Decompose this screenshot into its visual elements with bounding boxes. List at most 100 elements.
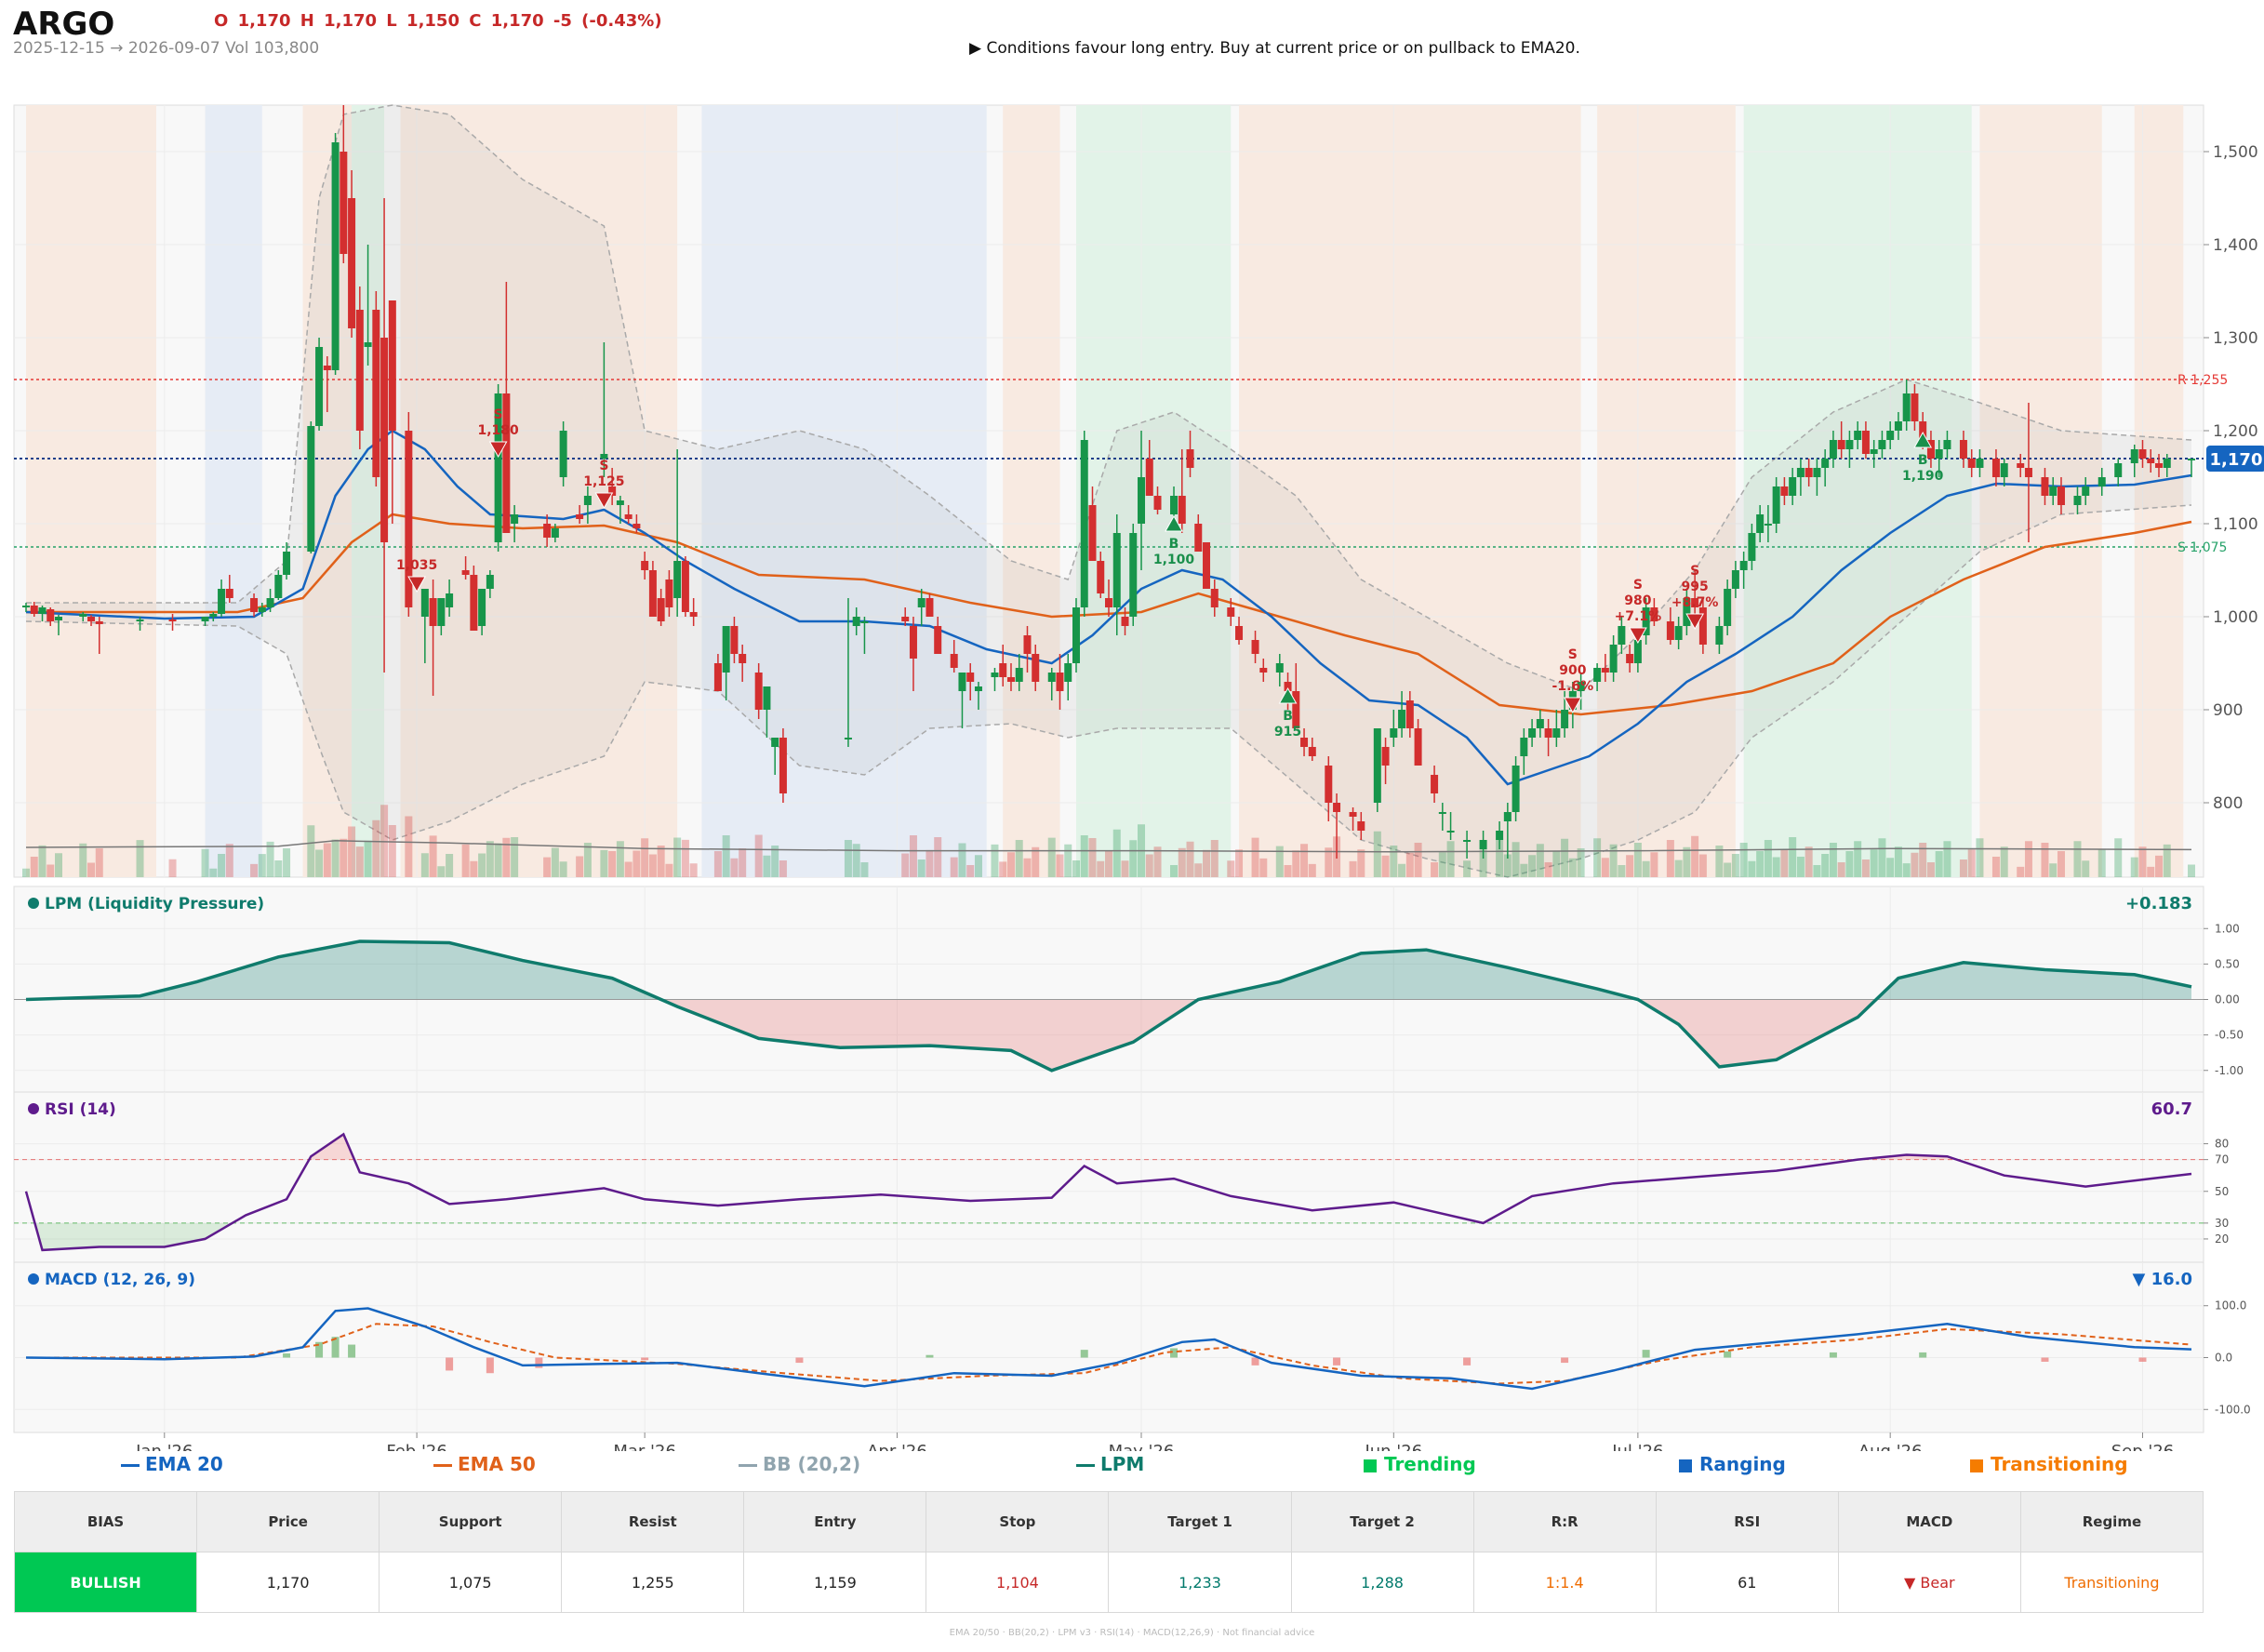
- candle-body: [437, 598, 446, 626]
- candle-body: [739, 654, 747, 663]
- macd-histogram-bar: [1170, 1348, 1179, 1358]
- candle-body: [2049, 486, 2058, 496]
- rsi-pane: 80 70 50 30 20 RSI (14) 60.7: [13, 1091, 2229, 1263]
- signal-label: S: [1690, 564, 1699, 579]
- volume-bar: [323, 843, 331, 877]
- x-tick-label: May '26: [1109, 1442, 1175, 1451]
- candle-body: [1503, 812, 1512, 821]
- candle-body: [1308, 747, 1316, 756]
- volume-bar: [1520, 863, 1528, 877]
- volume-bar: [754, 834, 763, 877]
- macd-tick-label: -100.0: [2215, 1403, 2251, 1416]
- volume-bar: [1854, 841, 1862, 877]
- candle-body: [1772, 486, 1780, 524]
- candle-body: [2098, 477, 2106, 486]
- x-tick-label: Jul '26: [1611, 1442, 1663, 1451]
- candle-body: [1170, 496, 1179, 514]
- lpm-tick-label: -0.50: [2215, 1029, 2244, 1042]
- candle-body: [1138, 477, 1146, 524]
- legend-bb: BB (20,2): [739, 1453, 860, 1475]
- volume-bar: [494, 843, 502, 877]
- legend-ranging: Ranging: [1679, 1453, 1786, 1475]
- candle-body: [689, 612, 698, 617]
- volume-bar: [1405, 852, 1414, 877]
- candle-body: [136, 620, 144, 621]
- volume-bar: [1552, 851, 1561, 877]
- candle-body: [909, 626, 917, 659]
- volume-bar: [225, 844, 233, 877]
- rsi-tick-label: 50: [2215, 1185, 2229, 1198]
- volume-bar: [713, 851, 722, 877]
- volume-bar: [648, 854, 657, 877]
- volume-bar: [1032, 846, 1040, 877]
- candle-body: [201, 617, 209, 621]
- candle-body: [966, 673, 975, 682]
- macd-tick-label: 100.0: [2215, 1299, 2246, 1312]
- candle-body: [1129, 533, 1138, 617]
- volume-bar: [502, 837, 511, 877]
- macd-histogram-bar: [1919, 1352, 1927, 1358]
- volume-bar: [624, 861, 633, 877]
- volume-bar: [665, 863, 673, 877]
- volume-bar: [1772, 857, 1780, 877]
- signal-label: 995: [1682, 580, 1709, 594]
- candle-body: [1357, 821, 1365, 831]
- volume-bar: [1674, 859, 1683, 877]
- candle-body: [315, 347, 324, 426]
- candle-body: [1991, 459, 2000, 477]
- volume-bar: [1528, 855, 1537, 877]
- candle-body: [1666, 621, 1674, 640]
- current-price-tag-label: 1,170: [2210, 450, 2263, 470]
- macd-histogram-bar: [1251, 1357, 1259, 1366]
- signal-label: 1,035: [396, 558, 437, 573]
- candle-body: [559, 431, 567, 477]
- candle-body: [340, 152, 348, 254]
- volume-bar: [991, 844, 999, 877]
- volume-bar: [1650, 852, 1658, 877]
- summary-header-r-r: R:R: [1472, 1491, 1657, 1552]
- volume-bar: [576, 856, 584, 877]
- volume-bar: [966, 865, 975, 877]
- volume-bar: [1724, 862, 1732, 877]
- volume-bar: [2041, 843, 2049, 877]
- candle-body: [2163, 459, 2171, 468]
- candle-body: [30, 606, 38, 614]
- candle-body: [1609, 645, 1618, 673]
- volume-bar: [739, 848, 747, 877]
- x-tick-label: Jan '26: [135, 1442, 193, 1451]
- candle-body: [1080, 440, 1088, 607]
- candle-body: [2024, 468, 2032, 477]
- volume-bar: [250, 863, 259, 877]
- volume-bar: [478, 853, 486, 877]
- candle-body: [2188, 459, 2195, 460]
- summary-header-row: BIAS Price Support Resist Entry Stop Target 1T…: [13, 1491, 2204, 1552]
- volume-bar: [1813, 865, 1821, 877]
- candle-body: [274, 575, 283, 598]
- candle-body: [323, 366, 331, 370]
- candle-body: [218, 589, 226, 614]
- candle-body: [1821, 459, 1830, 468]
- volume-bar: [1088, 838, 1097, 877]
- volume-bar: [1414, 843, 1422, 877]
- rsi-value: 60.7: [2151, 1099, 2192, 1119]
- volume-bar: [1251, 837, 1259, 877]
- price-pane: 800 900 1,000 1,100 1,200 1,300 1,400 1,500 R 1,…: [13, 104, 2264, 878]
- candle-body: [47, 609, 55, 621]
- candle-body: [486, 575, 494, 589]
- candle-body: [1870, 449, 1878, 454]
- volume-bar: [763, 855, 771, 877]
- candle-body: [1748, 533, 1756, 561]
- volume-bar: [372, 819, 380, 877]
- macd-histogram-bar: [1642, 1350, 1650, 1358]
- summary-header-price: Price: [196, 1491, 380, 1552]
- chart-canvas[interactable]: 800 900 1,000 1,100 1,200 1,300 1,400 1,500 R 1,…: [0, 0, 2264, 1451]
- volume-bar: [1235, 849, 1244, 877]
- rsi-tick-label: 70: [2215, 1153, 2229, 1166]
- volume-bar: [388, 825, 396, 877]
- candle-body: [380, 338, 389, 542]
- volume-bar: [633, 850, 641, 877]
- candle-body: [1861, 431, 1870, 454]
- volume-bar: [1878, 838, 1886, 877]
- volume-bar: [1764, 840, 1772, 877]
- candle-body: [551, 528, 559, 538]
